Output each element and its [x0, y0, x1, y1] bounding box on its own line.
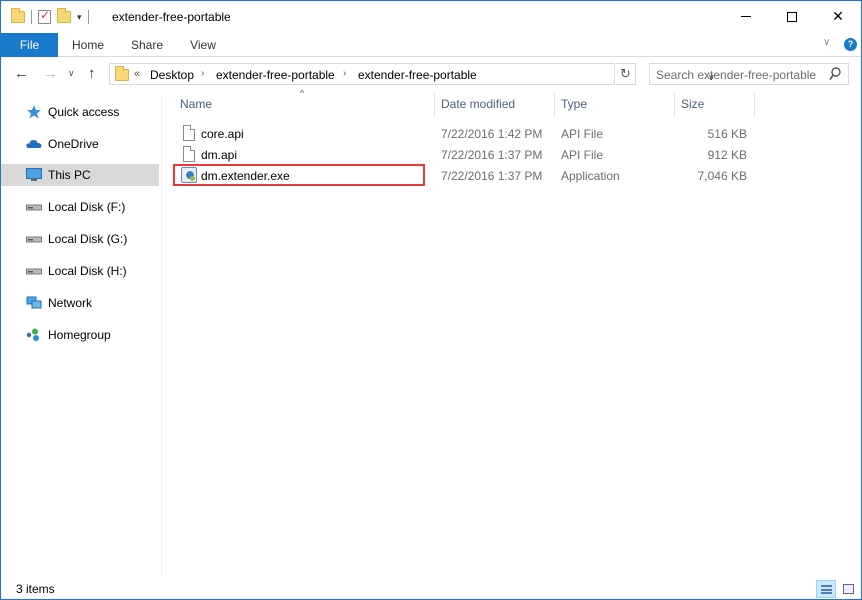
help-icon[interactable]: ?	[844, 38, 857, 51]
file-icon	[183, 125, 195, 141]
up-arrow-icon[interactable]: ↑	[88, 65, 96, 82]
sidebar-item-quick-access[interactable]: Quick access	[1, 101, 159, 123]
customize-toolbar-icon[interactable]: ▾	[77, 12, 82, 23]
expand-ribbon-icon[interactable]: ∨	[823, 37, 830, 48]
breadcrumb-desktop[interactable]: Desktop	[150, 68, 194, 82]
tab-share[interactable]: Share	[125, 33, 169, 57]
star-icon	[27, 105, 41, 119]
column-header-size[interactable]: Size	[681, 90, 704, 120]
maximize-button[interactable]	[769, 1, 815, 32]
file-date: 7/22/2016 1:37 PM	[441, 148, 543, 162]
large-icons-view-icon	[843, 584, 854, 594]
breadcrumb-extender-free-portable[interactable]: extender-free-portable	[216, 68, 335, 82]
drive-icon	[26, 268, 42, 275]
sidebar-item-label: Homegroup	[48, 328, 111, 342]
refresh-button[interactable]: ↻	[616, 63, 636, 85]
window-title: extender-free-portable	[112, 10, 231, 24]
network-icon	[26, 296, 42, 309]
file-size: 516 KB	[707, 127, 747, 141]
sort-ascending-icon: ^	[300, 88, 305, 98]
sidebar-item-label: Local Disk (F:)	[48, 200, 126, 214]
sidebar-item-local-disk-h[interactable]: Local Disk (H:)	[1, 260, 159, 282]
file-row[interactable]: core.api 7/22/2016 1:42 PM API File 516 …	[171, 123, 861, 144]
monitor-icon	[26, 168, 42, 181]
details-view-icon	[821, 585, 832, 594]
recent-locations-icon[interactable]: ∨	[68, 68, 75, 79]
sidebar-item-label: Network	[48, 296, 93, 310]
sidebar-item-this-pc[interactable]: This PC	[1, 164, 159, 186]
navigation-bar: ← → ∨ ↑ « Desktop › extender-free-portab…	[1, 58, 861, 90]
cloud-icon	[26, 140, 42, 148]
column-header-type[interactable]: Type	[561, 90, 587, 120]
minimize-icon	[741, 16, 751, 17]
homegroup-icon	[26, 328, 39, 341]
search-box[interactable]	[649, 63, 849, 85]
close-button[interactable]: ✕	[815, 1, 861, 32]
drive-icon	[26, 236, 42, 243]
search-input[interactable]	[656, 67, 826, 82]
column-divider[interactable]	[554, 93, 555, 117]
file-name: core.api	[201, 127, 244, 141]
tab-view[interactable]: View	[183, 33, 223, 57]
forward-arrow-icon[interactable]: →	[43, 65, 58, 82]
tab-file[interactable]: File	[1, 33, 58, 57]
sidebar-item-label: Local Disk (G:)	[48, 232, 128, 246]
quick-access-toolbar: ▾	[11, 8, 89, 26]
file-size: 7,046 KB	[697, 169, 747, 183]
file-size: 912 KB	[707, 148, 747, 162]
back-arrow-icon[interactable]: ←	[14, 65, 29, 82]
sidebar-item-onedrive[interactable]: OneDrive	[1, 133, 159, 155]
file-date: 7/22/2016 1:42 PM	[441, 127, 543, 141]
search-icon	[829, 67, 841, 80]
breadcrumb-overflow[interactable]: «	[134, 68, 140, 80]
pane-divider[interactable]	[161, 96, 162, 576]
column-divider[interactable]	[434, 93, 435, 117]
column-divider[interactable]	[674, 93, 675, 117]
maximize-icon	[787, 11, 797, 22]
drive-icon	[26, 204, 42, 211]
breadcrumb-extender-free-portable-current[interactable]: extender-free-portable	[358, 68, 477, 82]
tab-home[interactable]: Home	[63, 33, 113, 57]
status-bar: 3 items	[1, 577, 861, 599]
close-icon: ✕	[832, 8, 844, 24]
title-bar: ▾ extender-free-portable ✕	[1, 1, 861, 33]
address-bar[interactable]: « Desktop › extender-free-portable › ext…	[109, 63, 715, 85]
sidebar-item-homegroup[interactable]: Homegroup	[1, 324, 159, 346]
sidebar-item-network[interactable]: Network	[1, 292, 159, 314]
sidebar-item-label: Quick access	[48, 105, 120, 119]
large-icons-view-button[interactable]	[838, 580, 858, 598]
file-type: Application	[561, 169, 620, 183]
properties-icon[interactable]	[38, 8, 51, 24]
sidebar-item-label: Local Disk (H:)	[48, 264, 127, 278]
breadcrumb-chevron-icon[interactable]: ›	[343, 68, 346, 79]
new-folder-icon[interactable]	[57, 8, 71, 23]
details-view-button[interactable]	[816, 580, 836, 598]
file-list: ^ Name Date modified Type Size core.api …	[171, 88, 861, 576]
sidebar-item-label: OneDrive	[48, 137, 99, 151]
explorer-window: ▾ extender-free-portable ✕ File Home Sha…	[0, 0, 862, 600]
refresh-icon: ↻	[620, 66, 631, 81]
item-count: 3 items	[16, 582, 55, 596]
ribbon-tabs: File Home Share View ∨ ?	[1, 33, 861, 57]
file-row[interactable]: dm.api 7/22/2016 1:37 PM API File 912 KB	[171, 144, 861, 165]
column-header-date-modified[interactable]: Date modified	[441, 90, 515, 120]
toolbar-separator	[31, 10, 32, 24]
file-icon	[183, 146, 195, 162]
sidebar-item-local-disk-g[interactable]: Local Disk (G:)	[1, 228, 159, 250]
column-divider[interactable]	[754, 93, 755, 117]
file-name: dm.api	[201, 148, 238, 162]
folder-icon	[115, 66, 129, 81]
sidebar-item-label: This PC	[48, 168, 91, 182]
file-type: API File	[561, 127, 604, 141]
navigation-pane: Quick access OneDrive This PC Local Disk…	[1, 96, 159, 576]
breadcrumb-chevron-icon[interactable]: ›	[201, 68, 204, 79]
toolbar-separator	[87, 10, 89, 24]
file-type: API File	[561, 148, 604, 162]
file-date: 7/22/2016 1:37 PM	[441, 169, 543, 183]
column-header-name[interactable]: Name	[180, 90, 212, 120]
folder-icon	[11, 8, 25, 23]
highlight-box	[173, 164, 425, 186]
minimize-button[interactable]	[723, 1, 769, 32]
sidebar-item-local-disk-f[interactable]: Local Disk (F:)	[1, 196, 159, 218]
